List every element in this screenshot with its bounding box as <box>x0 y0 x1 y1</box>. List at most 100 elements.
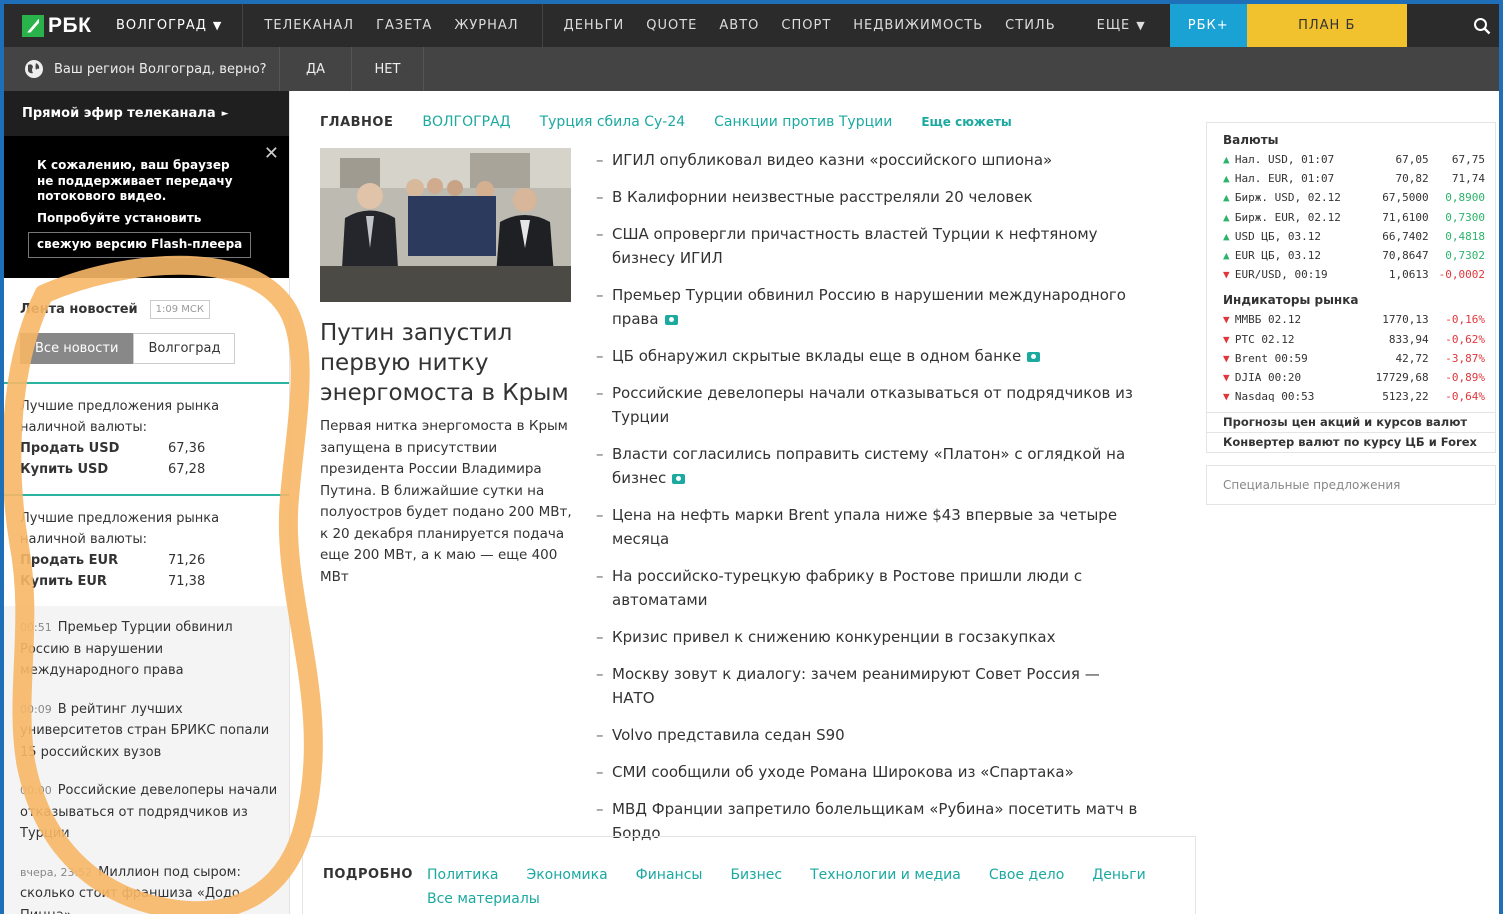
nav-tv[interactable]: ТЕЛЕКАНАЛ <box>253 18 365 33</box>
list-item[interactable]: 00:51 Премьер Турции обвинил Россию в нар… <box>20 612 279 694</box>
currencies-title: Валюты <box>1223 133 1279 147</box>
category-link[interactable]: Турция сбила Су-24 <box>540 114 686 130</box>
rubric-link[interactable]: Экономика <box>526 863 607 887</box>
live-stream-header[interactable]: Прямой эфир телеканала ► <box>4 91 289 136</box>
rubric-link[interactable]: Бизнес <box>730 863 782 887</box>
tab-all-news[interactable]: Все новости <box>20 333 134 364</box>
nav-realty[interactable]: НЕДВИЖИМОСТЬ <box>842 18 994 33</box>
rbc-logo[interactable]: РБК <box>4 4 106 47</box>
news-text: В рейтинг лучших университетов стран БРИ… <box>20 701 270 760</box>
plan-b-button[interactable]: ПЛАН Б <box>1246 4 1407 47</box>
list-item[interactable]: Москву зовут к диалогу: зачем реанимирую… <box>596 662 1141 710</box>
category-link[interactable]: ВОЛГОГРАД <box>422 114 510 130</box>
arrow-down-icon: ▼ <box>1223 351 1230 365</box>
list-item[interactable]: вчера, 23:52 Миллион под сыром: сколько с… <box>20 857 279 914</box>
rubric-link[interactable]: Технологии и медиа <box>810 863 961 887</box>
flash-msg-line: К сожалению, ваш браузер <box>37 158 230 172</box>
region-question-text: Ваш регион Волгоград, верно? <box>54 61 267 77</box>
nav-newspaper[interactable]: ГАЗЕТА <box>365 18 443 33</box>
rate-value: 17729,68 <box>1375 371 1429 385</box>
list-item[interactable]: 00:09 В рейтинг лучших университетов стра… <box>20 694 279 776</box>
arrow-up-icon: ▲ <box>1223 249 1230 263</box>
arrow-up-icon: ▲ <box>1223 210 1230 224</box>
time-badge: 1:09 МСК <box>149 300 211 319</box>
nav-more[interactable]: ЕЩЕ ▼ <box>1079 4 1170 47</box>
nav-magazine[interactable]: ЖУРНАЛ <box>443 18 529 33</box>
region-no-button[interactable]: НЕТ <box>352 47 424 91</box>
offer-buy-label: Купить USD <box>20 462 109 477</box>
feed-tabs: Все новости Волгоград <box>20 333 289 364</box>
lead-story-photo[interactable] <box>320 148 571 302</box>
rate-value: 5123,22 <box>1382 390 1429 404</box>
rate-change: -0,16% <box>1445 313 1485 327</box>
rubric-link[interactable]: Политика <box>427 863 498 887</box>
list-item[interactable]: В Калифорнии неизвестные расстреляли 20 … <box>596 185 1141 209</box>
special-offers[interactable]: Специальные предложения <box>1206 465 1496 506</box>
rubric-link[interactable]: Деньги <box>1092 863 1145 887</box>
converter-link[interactable]: Конвертер валют по курсу ЦБ и Forex <box>1207 432 1495 452</box>
tab-main[interactable]: ГЛАВНОЕ <box>320 115 393 130</box>
more-stories-link[interactable]: Еще сюжеты <box>921 115 1011 129</box>
nav-style[interactable]: СТИЛЬ <box>994 18 1066 33</box>
search-button[interactable] <box>1407 4 1499 47</box>
arrow-down-icon: ▼ <box>1223 268 1230 282</box>
lead-story-text: Первая нитка энергомоста в Крым запущена… <box>320 418 572 585</box>
nav-money[interactable]: ДЕНЬГИ <box>553 18 636 33</box>
flash-warning: ✕ К сожалению, ваш браузер не поддержива… <box>4 136 289 278</box>
lead-story[interactable]: Путин запустил первую нитку энергомоста … <box>320 148 572 588</box>
nav-sport[interactable]: СПОРТ <box>770 18 842 33</box>
news-time: вчера, 23:52 <box>20 865 93 879</box>
category-link[interactable]: Санкции против Турции <box>714 114 892 130</box>
list-item[interactable]: Цена на нефть марки Brent упала ниже $43… <box>596 503 1141 551</box>
page: РБК ВОЛГОГРАД ▼ ТЕЛЕКАНАЛ ГАЗЕТА ЖУРНАЛ … <box>4 4 1499 914</box>
camera-icon <box>672 473 686 484</box>
rate-row: ▲ USD ЦБ, 03.12 66,7402 0,4818 <box>1223 227 1485 246</box>
rate-name: DJIA 00:20 <box>1234 371 1302 385</box>
list-item[interactable]: На российско-турецкую фабрику в Ростове … <box>596 564 1141 612</box>
top-nav: РБК ВОЛГОГРАД ▼ ТЕЛЕКАНАЛ ГАЗЕТА ЖУРНАЛ … <box>4 4 1499 47</box>
camera-icon <box>1027 351 1041 362</box>
rate-name: ММВБ 02.12 <box>1234 313 1302 327</box>
currency-offer-usd[interactable]: Лучшие предложения рынка наличной валюты… <box>4 382 289 494</box>
region-selector[interactable]: ВОЛГОГРАД ▼ <box>106 4 244 47</box>
nav-quote[interactable]: QUOTE <box>635 18 708 33</box>
nav-auto[interactable]: АВТО <box>708 18 770 33</box>
region-yes-button[interactable]: ДА <box>280 47 352 91</box>
list-item[interactable]: ЦБ обнаружил скрытые вклады еще в одном … <box>596 344 1141 368</box>
rubric-link[interactable]: Все материалы <box>427 887 540 911</box>
list-item[interactable]: Премьер Турции обвинил Россию в нарушени… <box>596 283 1141 331</box>
list-item[interactable]: СМИ сообщили об уходе Романа Широкова из… <box>596 760 1141 784</box>
currency-offer-eur[interactable]: Лучшие предложения рынка наличной валюты… <box>4 494 289 606</box>
lead-story-title[interactable]: Путин запустил первую нитку энергомоста … <box>320 318 572 408</box>
list-item[interactable]: Кризис привел к снижению конкуренции в г… <box>596 625 1141 649</box>
caret-down-icon: ▼ <box>212 19 223 32</box>
live-stream-title: Прямой эфир телеканала <box>22 106 216 121</box>
list-item[interactable]: 00:00 Российские девелоперы начали отказы… <box>20 775 279 857</box>
rbk-plus-button[interactable]: РБК+ <box>1169 4 1247 47</box>
headline-text: ЦБ обнаружил скрытые вклады еще в одном … <box>612 347 1022 365</box>
rate-value: 42,72 <box>1395 351 1429 365</box>
headline-text: На российско-турецкую фабрику в Ростове … <box>612 567 1083 609</box>
arrow-down-icon: ▼ <box>1223 313 1230 327</box>
rate-row: ▲ Бирж. USD, 02.12 67,5000 0,8900 <box>1223 188 1485 207</box>
rate-change: 0,4818 <box>1445 229 1485 243</box>
flash-update-button[interactable]: свежую версию Flash-плеера <box>28 232 252 258</box>
indicators-title: Индикаторы рынка <box>1223 293 1359 308</box>
rubric-link[interactable]: Финансы <box>636 863 703 887</box>
forecast-link[interactable]: Прогнозы цен акций и курсов валют <box>1207 412 1495 432</box>
detailed-links: Политика Экономика Финансы Бизнес Технол… <box>427 863 1167 911</box>
tab-volgograd[interactable]: Волгоград <box>133 333 236 364</box>
rubric-link[interactable]: Свое дело <box>989 863 1064 887</box>
list-item[interactable]: ИГИЛ опубликовал видео казни «российског… <box>596 148 1141 172</box>
list-item[interactable]: Власти согласились поправить систему «Пл… <box>596 442 1141 490</box>
rate-name: Brent 00:59 <box>1234 351 1308 365</box>
currency-rows: ▲ Нал. USD, 01:07 67,05 67,75 ▲ Нал. EUR, 01:… <box>1223 150 1485 284</box>
list-item[interactable]: США опровергли причастность властей Турц… <box>596 222 1141 270</box>
rate-name: РТС 02.12 <box>1234 332 1295 346</box>
rate-value: 70,82 <box>1395 172 1429 186</box>
list-item[interactable]: Российские девелоперы начали отказыватьс… <box>596 381 1141 429</box>
rate-value: 1770,13 <box>1382 313 1429 327</box>
news-time: 00:00 <box>20 784 52 797</box>
list-item[interactable]: Volvo представила седан S90 <box>596 723 1141 747</box>
close-icon[interactable]: ✕ <box>264 145 279 162</box>
